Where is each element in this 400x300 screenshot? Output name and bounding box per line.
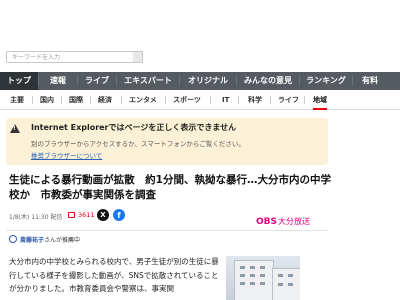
nav-tab-live[interactable]: ライブ	[78, 72, 116, 90]
subnav-divider	[61, 96, 62, 104]
section-divider	[6, 230, 328, 231]
subnav-tab-entertainment[interactable]: エンタメ	[129, 90, 157, 110]
main-nav: トップ 速報 ライブ エキスパート オリジナル みんなの意見 ランキング 有料	[0, 72, 400, 90]
subnav-divider	[90, 96, 91, 104]
recommender-suffix: さんが推薦中	[44, 237, 81, 244]
photo-window	[250, 266, 255, 269]
subnav-divider	[270, 96, 271, 104]
nav-tab-opinions[interactable]: みんなの意見	[237, 72, 299, 90]
recommended-browsers-link[interactable]: 推奨ブラウザーについて	[31, 150, 102, 160]
x-share-icon[interactable]: X	[97, 209, 109, 221]
nav-tab-original[interactable]: オリジナル	[180, 72, 236, 90]
subnav-tab-sports[interactable]: スポーツ	[173, 90, 201, 110]
subnav-divider	[32, 96, 33, 104]
subnav-tab-it[interactable]: IT	[222, 90, 229, 110]
photo-window	[240, 274, 245, 277]
subnav-tab-science[interactable]: 科学	[248, 90, 262, 110]
nav-tab-top[interactable]: トップ	[0, 72, 38, 90]
subnav-divider	[304, 96, 305, 104]
recommender-name: 斎藤祐子	[20, 237, 45, 244]
photo-window	[260, 266, 265, 269]
page-header	[0, 0, 400, 44]
photo-window	[260, 282, 265, 285]
nav-tab-breaking[interactable]: 速報	[39, 72, 77, 90]
photo-window	[240, 266, 245, 269]
expert-badge-icon	[9, 235, 17, 243]
source-logo-mark: OBS	[256, 217, 277, 227]
photo-window	[278, 274, 283, 277]
browser-warning-message: 別のブラウザーからアクセスするか、スマートフォンからご覧ください。	[31, 140, 245, 148]
source-logo[interactable]: OBS大分放送	[256, 209, 310, 228]
subnav-divider	[121, 96, 122, 104]
search-placeholder: キーワードを入力	[12, 54, 61, 61]
subnav-divider	[238, 96, 239, 104]
comment-icon[interactable]	[68, 212, 75, 218]
article-headline: 生徒による暴行動画が拡散 約1分間、執拗な暴行…大分市内の中学校か 市教委が事実…	[9, 174, 331, 201]
nav-tab-expert[interactable]: エキスパート	[117, 72, 179, 90]
subnav-tab-international[interactable]: 国際	[69, 90, 83, 110]
comment-count[interactable]: 3611	[78, 211, 95, 219]
publish-date: 1/8(木) 11:30 配信	[9, 214, 63, 221]
subnav-tab-main[interactable]: 主要	[10, 90, 24, 110]
category-nav: 主要 国内 国際 経済 エンタメ スポーツ IT 科学 ライフ 地域	[0, 90, 400, 110]
subnav-tab-domestic[interactable]: 国内	[40, 90, 54, 110]
subnav-divider	[210, 96, 211, 104]
sidebar-area	[335, 110, 400, 300]
warning-icon	[10, 124, 20, 133]
facebook-share-icon[interactable]: f	[113, 209, 125, 221]
photo-window	[250, 274, 255, 277]
subnav-tab-local[interactable]: 地域	[313, 90, 327, 110]
photo-window	[288, 274, 293, 277]
photo-building	[272, 268, 300, 300]
nav-tab-paid[interactable]: 有料	[353, 72, 387, 90]
photo-window	[240, 282, 245, 285]
search-button[interactable]	[133, 51, 143, 63]
source-name: 大分放送	[278, 217, 310, 226]
recommender-line[interactable]: 斎藤祐子さんが推薦中	[20, 235, 80, 244]
photo-window	[250, 282, 255, 285]
subnav-divider	[165, 96, 166, 104]
subnav-tab-life[interactable]: ライフ	[278, 90, 299, 110]
nav-tab-ranking[interactable]: ランキング	[300, 72, 352, 90]
search-input[interactable]: キーワードを入力	[6, 51, 134, 63]
browser-warning-title: Internet Explorerではページを正しく表示できません	[31, 123, 237, 132]
article-body: 大分市内の中学校とみられる校内で、男子生徒が別の生徒に暴行している様子を撮影した…	[9, 257, 219, 293]
article-photo[interactable]	[226, 256, 300, 300]
photo-window	[278, 283, 283, 286]
photo-window	[260, 274, 265, 277]
photo-window	[288, 283, 293, 286]
subnav-tab-economy[interactable]: 経済	[98, 90, 112, 110]
